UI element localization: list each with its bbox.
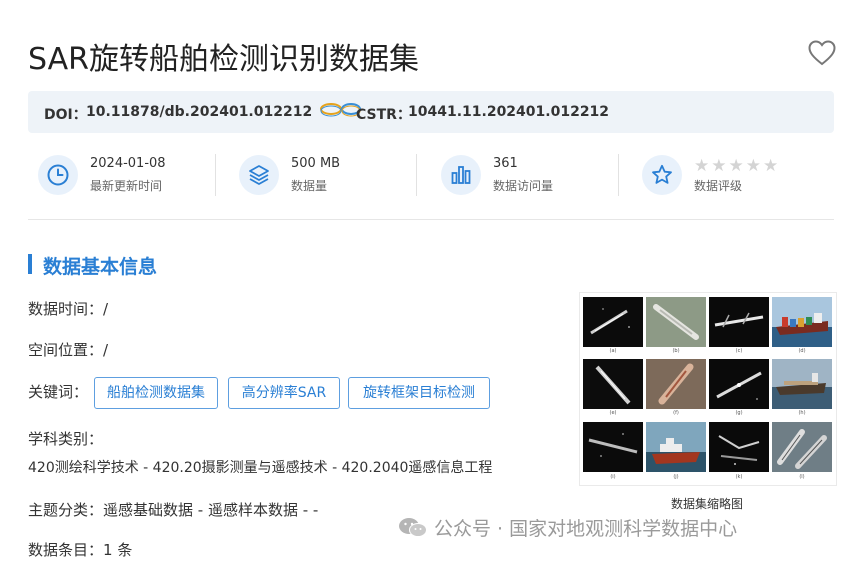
stat-value: 500 MB — [291, 156, 341, 171]
info-subject-value: 420测绘科学技术 - 420.20摄影测量与遥感技术 - 420.2040遥感… — [28, 460, 493, 476]
rating-star-icon[interactable]: ★ — [694, 156, 711, 176]
optical-sample-image — [772, 297, 832, 347]
sar-sample-image — [583, 422, 643, 472]
stat-size: 500 MB 数据量 — [229, 150, 419, 202]
keyword-tag[interactable]: 旋转框架目标检测 — [348, 377, 490, 409]
stat-label: 数据量 — [291, 179, 328, 193]
panel-label: (c) — [735, 348, 743, 354]
panel-label: (h) — [798, 410, 806, 416]
sar-sample-image — [709, 422, 769, 472]
cstr-value: 10441.11.202401.012212 — [408, 104, 610, 120]
section-accent-bar — [28, 254, 32, 274]
identifier-bar: DOI： 10.11878/db.202401.012212 CSTR： 104… — [28, 91, 834, 133]
info-space: 空间位置：/ — [28, 339, 108, 360]
divider — [215, 154, 216, 196]
doi-label: DOI： — [44, 107, 87, 123]
info-value: 1 条 — [103, 541, 133, 559]
rating-star-icon[interactable]: ★ — [711, 156, 728, 176]
doi-value[interactable]: 10.11878/db.202401.012212 — [86, 104, 312, 120]
divider — [618, 154, 619, 196]
optical-sample-image — [646, 297, 706, 347]
star-icon — [642, 155, 682, 195]
keyword-tag[interactable]: 船舶检测数据集 — [94, 377, 218, 409]
sar-sample-image — [709, 297, 769, 347]
info-label: 数据条目： — [28, 541, 104, 559]
rating-star-icon[interactable]: ★ — [746, 156, 763, 176]
stat-value: 361 — [493, 156, 518, 171]
panel-label: (f) — [673, 410, 679, 416]
info-label: 数据时间： — [28, 300, 104, 318]
info-keywords-label: 关键词： — [28, 383, 89, 401]
info-label: 空间位置： — [28, 341, 104, 359]
sar-sample-image — [583, 359, 643, 409]
bar-chart-icon — [441, 155, 481, 195]
optical-sample-image — [646, 359, 706, 409]
panel-label: (d) — [798, 348, 806, 354]
panel-label: (j) — [673, 474, 679, 480]
dataset-thumbnail[interactable]: (a) (b) (c) (d) (e) (f) (g) (h) (i) (j) … — [579, 292, 837, 486]
info-value: 遥感基础数据 - 遥感样本数据 - - — [103, 501, 319, 519]
panel-label: (k) — [735, 474, 743, 480]
optical-sample-image — [772, 359, 832, 409]
section-divider — [28, 219, 834, 220]
stat-label: 数据评级 — [694, 179, 743, 193]
stat-updated: 2024-01-08 最新更新时间 — [28, 150, 218, 202]
wechat-icon — [399, 518, 427, 537]
panel-label: (l) — [799, 474, 805, 480]
page-title: SAR旋转船舶检测识别数据集 — [28, 42, 419, 77]
favorite-heart-icon[interactable] — [808, 40, 836, 66]
thumbnail-caption: 数据集缩略图 — [670, 497, 743, 511]
info-count: 数据条目：1 条 — [28, 539, 132, 560]
rating-star-icon[interactable]: ★ — [763, 156, 780, 176]
optical-sample-image — [772, 422, 832, 472]
watermark-text: 公众号 · 国家对地观测科学数据中心 — [434, 518, 738, 540]
panel-label: (e) — [609, 410, 617, 416]
panel-label: (a) — [609, 348, 617, 354]
info-label: 主题分类： — [28, 501, 104, 519]
stat-label: 数据访问量 — [493, 179, 554, 193]
clock-icon — [38, 155, 78, 195]
keyword-tag[interactable]: 高分辨率SAR — [228, 377, 340, 409]
section-title: 数据基本信息 — [43, 256, 158, 278]
stat-value: 2024-01-08 — [90, 156, 166, 171]
panel-label: (g) — [735, 410, 743, 416]
divider — [416, 154, 417, 196]
stat-label: 最新更新时间 — [90, 179, 163, 193]
sar-sample-image — [709, 359, 769, 409]
panel-label: (i) — [610, 474, 616, 480]
stats-row: 2024-01-08 最新更新时间 500 MB 数据量 361 数据访问量 数… — [28, 150, 834, 202]
info-subject-label: 学科类别： — [28, 430, 104, 448]
cstr-label: CSTR： — [356, 107, 411, 123]
sar-sample-image — [583, 297, 643, 347]
info-theme: 主题分类：遥感基础数据 - 遥感样本数据 - - — [28, 499, 318, 520]
rating-stars[interactable]: ★★★★★ — [694, 156, 780, 176]
stat-visits: 361 数据访问量 — [431, 150, 621, 202]
info-time: 数据时间：/ — [28, 298, 108, 319]
optical-sample-image — [646, 422, 706, 472]
panel-label: (b) — [672, 348, 680, 354]
info-value: / — [103, 300, 109, 318]
layers-icon — [239, 155, 279, 195]
info-value: / — [103, 341, 109, 359]
rating-star-icon[interactable]: ★ — [729, 156, 746, 176]
